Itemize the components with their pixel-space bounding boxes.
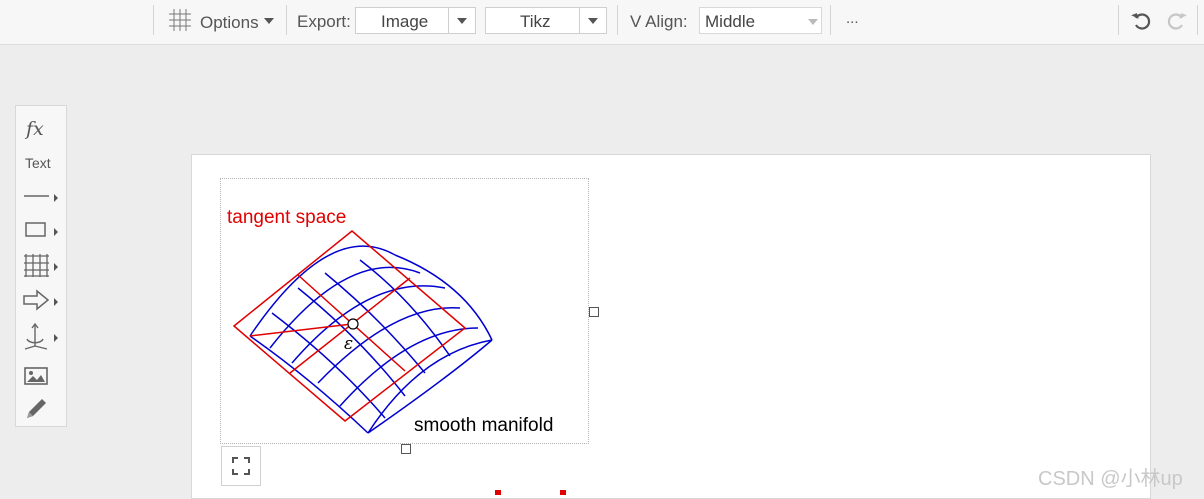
toolbar-divider [153, 5, 154, 35]
resize-handle-right[interactable] [589, 307, 599, 317]
chevron-right-icon [54, 263, 58, 271]
axes-tool[interactable] [16, 322, 66, 352]
more-button[interactable]: ... [846, 10, 859, 27]
manifold-label: smooth manifold [414, 415, 553, 436]
valign-select[interactable]: Middle [699, 7, 822, 34]
toolbar-divider [830, 5, 831, 35]
toolbar-divider [1118, 5, 1119, 35]
redo-icon[interactable] [1164, 9, 1188, 33]
pencil-tool[interactable] [16, 395, 66, 425]
resize-handle-bottom[interactable] [401, 444, 411, 454]
cut-off-content [560, 490, 566, 495]
image-tool[interactable] [16, 362, 66, 392]
export-image-dropdown[interactable]: Image [355, 7, 476, 34]
export-image-arrow[interactable] [448, 8, 475, 33]
export-tikz-label: Tikz [520, 12, 551, 31]
grid-icon [24, 254, 49, 277]
fullscreen-button[interactable] [221, 446, 261, 486]
line-tool[interactable] [16, 182, 66, 212]
point-label: ε [344, 334, 353, 354]
fullscreen-icon [232, 457, 250, 475]
tangent-label: tangent space [227, 207, 346, 228]
export-label: Export: [297, 12, 351, 31]
text-tool[interactable]: Text [25, 155, 51, 171]
export-tikz-dropdown[interactable]: Tikz [485, 7, 607, 34]
arrow-tool[interactable] [16, 286, 66, 316]
rectangle-tool[interactable] [16, 216, 66, 246]
manifold-figure: tangent space ε smooth manifold [227, 207, 553, 436]
arrow-icon [23, 289, 50, 311]
export-image-label: Image [381, 12, 429, 31]
valign-value: Middle [705, 12, 756, 31]
chevron-down-icon [264, 18, 274, 24]
base-point [347, 318, 359, 330]
grid-tool[interactable] [16, 251, 66, 281]
chevron-right-icon [54, 334, 58, 342]
options-label: Options [200, 13, 259, 32]
pencil-icon [27, 399, 46, 418]
toolbar-divider [1197, 5, 1198, 35]
toolbar-divider [286, 5, 287, 35]
line-icon [24, 195, 49, 197]
chevron-down-icon [588, 18, 598, 24]
rectangle-icon [25, 222, 46, 237]
undo-icon[interactable] [1130, 9, 1154, 33]
toolbar-divider [617, 5, 618, 35]
axes-icon [24, 322, 48, 350]
watermark: CSDN @小林up [1038, 468, 1183, 490]
cut-off-content [495, 490, 501, 495]
export-tikz-arrow[interactable] [579, 8, 606, 33]
top-toolbar: Options Export: Image Tikz V Align: Midd… [0, 0, 1204, 45]
left-toolbar: fx Text [15, 105, 67, 427]
grid-icon [169, 9, 191, 31]
valign-label: V Align: [630, 12, 688, 31]
options-button[interactable]: Options [166, 6, 278, 36]
chevron-right-icon [54, 298, 58, 306]
chevron-down-icon [457, 18, 467, 24]
chevron-down-icon [808, 19, 818, 25]
chevron-right-icon [54, 228, 58, 236]
formula-tool[interactable]: fx [26, 118, 44, 140]
chevron-right-icon [54, 194, 58, 202]
image-icon [24, 367, 48, 385]
